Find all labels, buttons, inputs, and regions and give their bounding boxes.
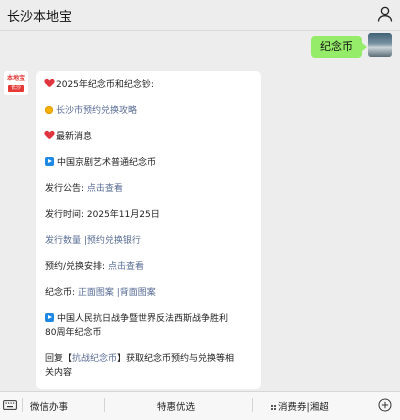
message-line: 关内容 <box>45 368 73 378</box>
message-line: 2025年纪念币和纪念钞: <box>45 78 255 92</box>
user-avatar[interactable] <box>368 33 392 57</box>
heart-icon <box>45 131 54 140</box>
menu-item-wechat-service[interactable]: 微信办事 <box>30 399 68 413</box>
bot-logo-text: 本地宝 <box>6 75 25 82</box>
menu-divider <box>104 398 105 412</box>
message-line: 回复【抗战纪念币】获取纪念币预约与兑换等相 <box>45 354 235 364</box>
menu-item-coupons[interactable]: 消费券|湘超 <box>271 399 329 413</box>
message-line: 发行时间: 2025年11月25日 <box>45 210 160 220</box>
message-line: 预约/兑换安排: 点击查看 <box>45 262 144 272</box>
coin-pattern-link[interactable]: 正面图案 |背面图案 <box>78 288 156 298</box>
play-icon <box>45 157 54 166</box>
bot-city-tag: 长沙 <box>8 85 24 92</box>
menu-divider <box>22 398 23 412</box>
message-line: 最新消息 <box>45 130 255 144</box>
person-icon[interactable] <box>376 5 394 23</box>
menu-item-deals[interactable]: 特惠优选 <box>157 399 195 413</box>
quantity-bank-link[interactable]: 发行数量 |预约兑换银行 <box>45 236 141 246</box>
menu-mini-icon <box>271 405 276 410</box>
user-message-bubble[interactable]: 纪念币 <box>311 36 367 58</box>
top-bar: 长沙本地宝 <box>0 0 400 31</box>
menu-divider <box>252 398 253 412</box>
message-line: 长沙市预约兑换攻略 <box>45 104 255 118</box>
arrangement-link[interactable]: 点击查看 <box>108 262 144 272</box>
keyword-link[interactable]: 抗战纪念币 <box>72 354 117 364</box>
exchange-guide-link[interactable]: 长沙市预约兑换攻略 <box>56 106 137 116</box>
chat-title: 长沙本地宝 <box>7 10 73 25</box>
bot-avatar[interactable]: 本地宝 长沙 <box>4 71 28 95</box>
bottom-menu: 微信办事 特惠优选 消费券|湘超 <box>0 391 400 420</box>
coin-icon <box>45 106 53 114</box>
heart-icon <box>45 79 54 88</box>
announcement-link[interactable]: 点击查看 <box>87 184 123 194</box>
more-icon[interactable] <box>378 398 392 412</box>
message-line: 中国人民抗日战争暨世界反法西斯战争胜利 <box>45 312 255 326</box>
play-icon <box>45 313 54 322</box>
message-line: 纪念币: 正面图案 |背面图案 <box>45 288 156 298</box>
keyboard-icon[interactable] <box>3 399 17 411</box>
message-line: 发行数量 |预约兑换银行 <box>45 234 255 248</box>
message-line: 80周年纪念币 <box>45 328 102 338</box>
message-line: 中国京剧艺术普通纪念币 <box>45 156 255 170</box>
message-line: 发行公告: 点击查看 <box>45 184 123 194</box>
bot-message-bubble: 2025年纪念币和纪念钞: 长沙市预约兑换攻略 最新消息 中国京剧艺术普通纪念币… <box>36 71 261 389</box>
